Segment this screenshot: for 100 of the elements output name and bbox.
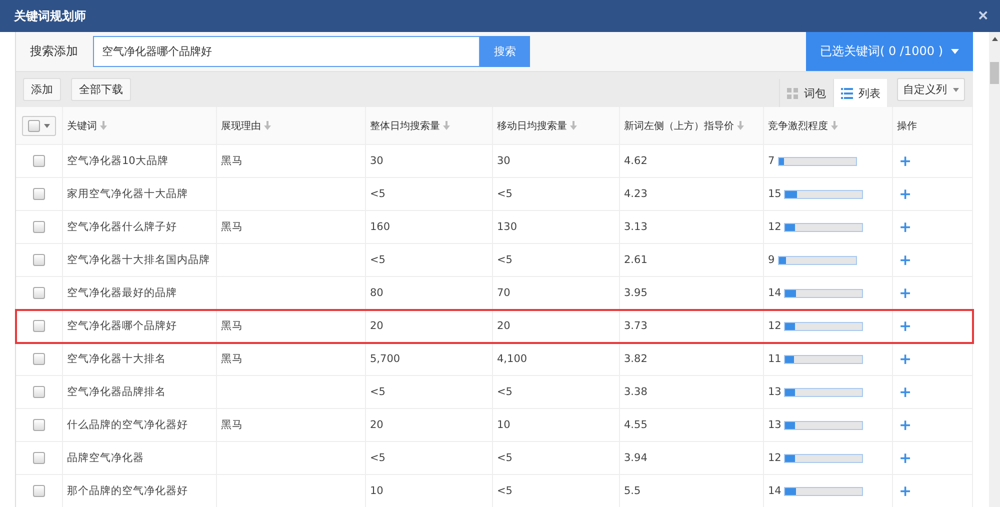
table-cell: 空气净化器10大品牌	[67, 155, 168, 167]
table-cell: 那个品牌的空气净化器好	[67, 485, 188, 497]
sort-arrow-icon[interactable]	[831, 121, 838, 130]
sort-arrow-icon[interactable]	[443, 121, 450, 130]
column-header: 新词左侧（上方）指导价	[624, 120, 734, 132]
table-cell: 4.23	[624, 188, 648, 200]
table-cell: 10	[370, 485, 384, 497]
sort-arrow-icon[interactable]	[264, 121, 271, 130]
table-cell: 4.62	[624, 155, 648, 167]
table-cell: <5	[497, 188, 512, 200]
add-keyword-button[interactable]: +	[897, 154, 914, 168]
search-button[interactable]: 搜索	[480, 36, 530, 67]
table-cell: 20	[370, 320, 384, 332]
add-keyword-button[interactable]: +	[897, 450, 914, 464]
table-cell: 家用空气净化器十大品牌	[67, 188, 188, 200]
competition-value: 13	[768, 386, 782, 398]
window-title: 关键词规划师	[14, 8, 87, 24]
table-cell: <5	[370, 188, 386, 200]
add-keyword-button[interactable]: +	[897, 220, 914, 234]
table-cell: 3.13	[624, 221, 648, 233]
sort-arrow-icon[interactable]	[737, 121, 744, 130]
competition-value: 7	[768, 155, 775, 167]
competition-value: 13	[768, 419, 782, 431]
column-header: 整体日均搜索量	[370, 120, 440, 132]
table-cell: 3.95	[624, 287, 648, 299]
table-cell: <5	[370, 254, 386, 266]
list-icon	[840, 88, 852, 98]
column-header: 移动日均搜索量	[497, 120, 567, 132]
competition-value: 12	[768, 221, 782, 233]
table-cell: 70	[497, 287, 510, 299]
column-header: 关键词	[67, 120, 97, 132]
add-keyword-button[interactable]: +	[897, 418, 914, 432]
add-keyword-button[interactable]: +	[897, 252, 914, 266]
row-checkbox[interactable]	[33, 155, 45, 168]
view-tab[interactable]: 列表	[833, 79, 887, 107]
add-keyword-button[interactable]: +	[897, 484, 914, 498]
scroll-up-icon[interactable]	[992, 37, 998, 41]
table-cell: 2.61	[624, 254, 648, 266]
table-cell: 20	[370, 419, 384, 431]
close-button[interactable]: ×	[976, 7, 990, 25]
add-keyword-button[interactable]: +	[897, 186, 914, 200]
table-cell: 10	[497, 419, 510, 431]
row-checkbox[interactable]	[33, 353, 45, 366]
table-cell: 5.5	[624, 485, 641, 497]
table-cell: 空气净化器最好的品牌	[67, 287, 177, 299]
row-checkbox[interactable]	[33, 254, 45, 266]
scroll-thumb[interactable]	[990, 62, 999, 84]
table-cell: 什么品牌的空气净化器好	[67, 419, 188, 431]
search-field[interactable]: 空气净化器哪个品牌好	[93, 36, 480, 67]
table-cell: 160	[370, 221, 390, 233]
table-cell: 空气净化器什么牌子好	[67, 221, 177, 233]
sort-arrow-icon[interactable]	[100, 121, 107, 130]
table-cell: 3.38	[624, 386, 648, 398]
table-cell: 4,100	[497, 353, 528, 365]
column-header: 展现理由	[221, 120, 261, 132]
table-cell: 30	[497, 155, 510, 167]
competition-value: 15	[768, 188, 782, 200]
table-cell: 4.55	[624, 419, 648, 431]
table-cell: 30	[370, 155, 384, 167]
table-cell: <5	[497, 254, 512, 266]
table-cell: 80	[370, 287, 384, 299]
column-header: 竞争激烈程度	[768, 120, 828, 132]
competition-value: 12	[768, 452, 782, 464]
sort-arrow-icon[interactable]	[570, 121, 577, 130]
scrollbar[interactable]	[989, 32, 1000, 507]
competition-value: 9	[768, 254, 775, 266]
row-checkbox[interactable]	[33, 419, 45, 432]
add-keyword-button[interactable]: +	[897, 318, 914, 332]
row-checkbox[interactable]	[33, 188, 45, 200]
grid-icon	[787, 88, 798, 98]
select-all-dropdown[interactable]	[22, 116, 56, 136]
add-keyword-button[interactable]: +	[897, 286, 914, 300]
caret-icon	[953, 88, 959, 92]
toolbar-button[interactable]: 添加	[23, 78, 61, 101]
row-checkbox[interactable]	[33, 221, 45, 234]
table-cell: 空气净化器哪个品牌好	[67, 320, 177, 332]
competition-value: 11	[768, 353, 782, 365]
table-cell: <5	[370, 452, 386, 464]
table-cell: <5	[370, 386, 386, 398]
add-keyword-button[interactable]: +	[897, 384, 914, 398]
search-label: 搜索添加	[29, 43, 79, 60]
competition-value: 14	[768, 287, 782, 299]
row-checkbox[interactable]	[33, 485, 45, 498]
caret-icon	[951, 49, 960, 54]
table-cell: 3.82	[624, 353, 648, 365]
competition-value: 14	[768, 485, 782, 497]
toolbar-button[interactable]: 全部下载	[71, 78, 131, 101]
row-checkbox[interactable]	[33, 452, 45, 464]
row-checkbox[interactable]	[33, 386, 45, 398]
row-checkbox[interactable]	[33, 320, 45, 332]
table-cell: 130	[497, 221, 518, 233]
selected-keywords-button[interactable]: 已选关键词( 0 /1000 )	[806, 32, 973, 71]
table-cell: 黑马	[221, 320, 243, 332]
table-cell: 3.73	[624, 320, 648, 332]
column-header: 操作	[897, 120, 917, 132]
custom-columns-dropdown[interactable]: 自定义列	[897, 78, 965, 101]
row-checkbox[interactable]	[33, 287, 45, 300]
table-cell: 黑马	[221, 155, 243, 167]
add-keyword-button[interactable]: +	[897, 352, 914, 366]
table-cell: <5	[497, 485, 512, 497]
